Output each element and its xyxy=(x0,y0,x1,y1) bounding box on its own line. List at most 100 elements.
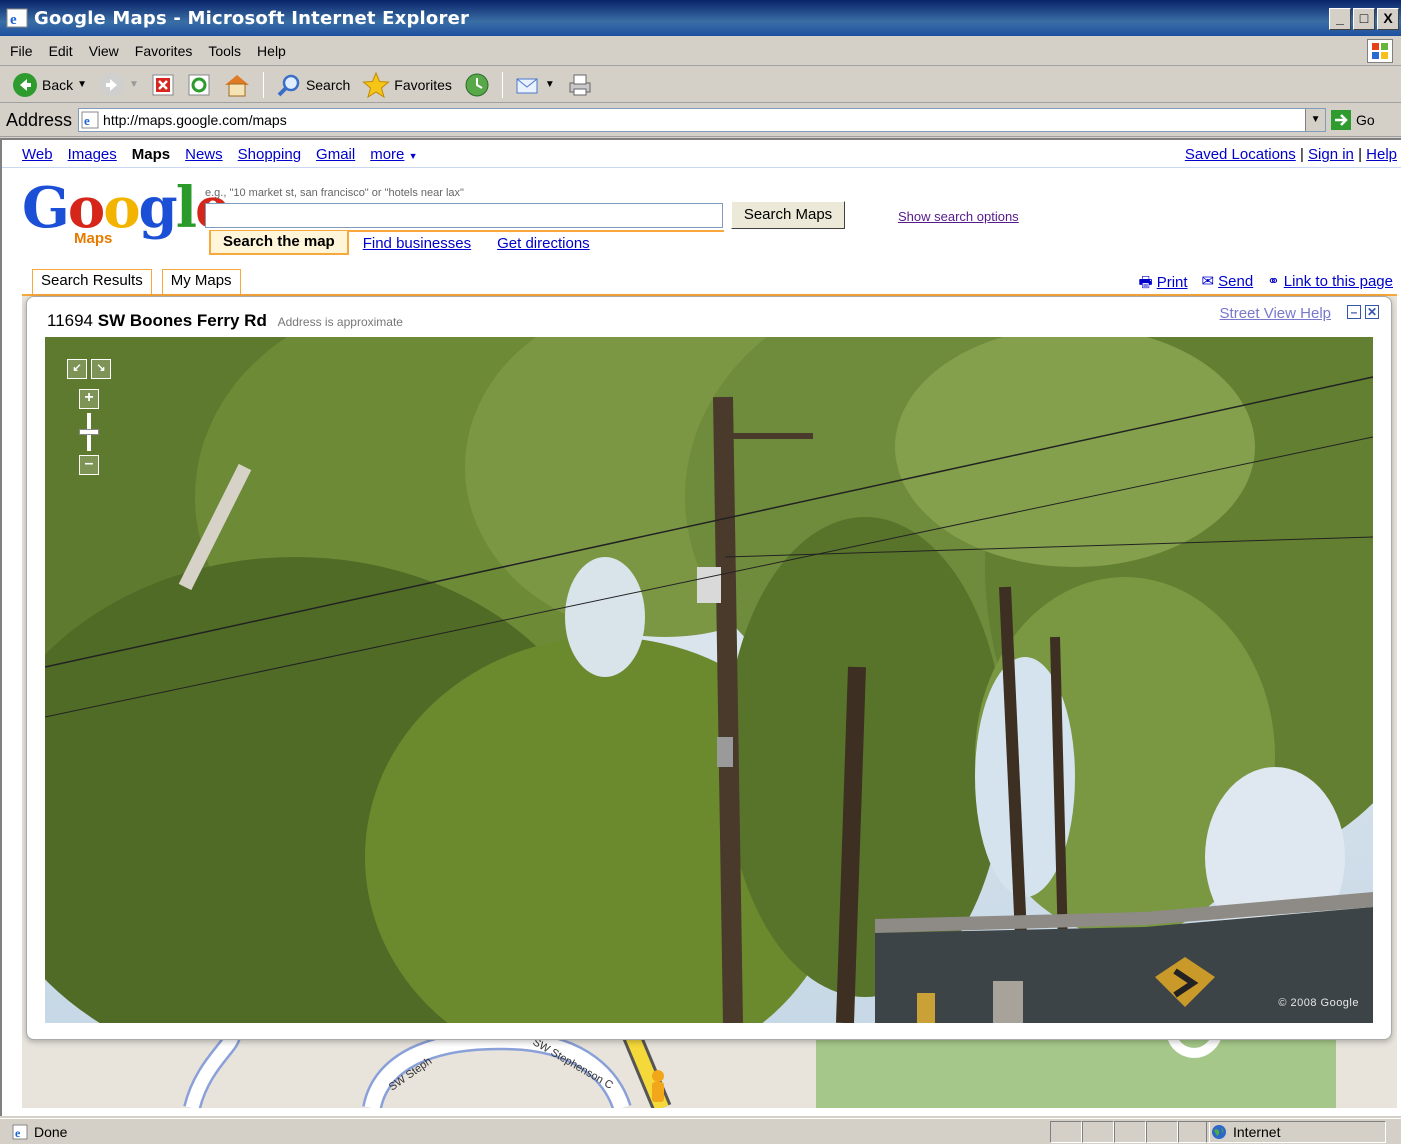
zoom-slider-handle[interactable] xyxy=(79,429,99,435)
search-mode-tabs: Search the map Find businesses Get direc… xyxy=(209,230,724,255)
go-icon xyxy=(1331,110,1352,130)
street-view-panorama[interactable]: ↙ ↘ + – © 2008 Google xyxy=(45,337,1373,1023)
mail-button[interactable]: ▼ xyxy=(511,70,559,100)
close-button[interactable]: X xyxy=(1377,8,1399,30)
copyright-text: © 2008 Google xyxy=(1278,997,1359,1009)
mail-icon xyxy=(516,78,538,93)
stop-icon xyxy=(152,74,174,95)
gbar-link-news[interactable]: News xyxy=(185,146,223,163)
chain-link-icon: ⚭ xyxy=(1267,273,1280,290)
logo-text: Google xyxy=(22,175,231,241)
svg-text:e: e xyxy=(15,1126,21,1140)
menu-help[interactable]: Help xyxy=(249,43,294,59)
show-search-options-link[interactable]: Show search options xyxy=(898,209,1019,224)
back-button[interactable]: Back ▼ xyxy=(8,70,91,100)
tab-get-directions[interactable]: Get directions xyxy=(497,235,590,252)
standard-toolbar: Back ▼ ▼ Search Favorites ▼ xyxy=(0,67,1401,103)
menu-edit[interactable]: Edit xyxy=(41,43,81,59)
send-link[interactable]: Send xyxy=(1218,273,1253,290)
go-button[interactable]: Go xyxy=(1330,109,1375,131)
home-button[interactable] xyxy=(219,70,255,100)
link-page-wrap[interactable]: ⚭ Link to this page xyxy=(1267,272,1393,297)
menu-file[interactable]: File xyxy=(0,43,41,59)
search-button[interactable]: Search xyxy=(272,70,354,100)
separator: | xyxy=(1299,146,1304,163)
toolbar-separator xyxy=(262,71,264,98)
street-view-bubble: 11694 SW Boones Ferry Rd Address is appr… xyxy=(26,296,1392,1040)
menu-bar: File Edit View Favorites Tools Help xyxy=(0,37,1401,66)
address-note: Address is approximate xyxy=(277,315,403,329)
help-link[interactable]: Help xyxy=(1366,146,1397,163)
gbar-link-images[interactable]: Images xyxy=(68,146,117,163)
back-label: Back xyxy=(42,76,74,93)
security-zone[interactable]: Internet xyxy=(1206,1121,1386,1143)
gbar-link-gmail[interactable]: Gmail xyxy=(316,146,355,163)
refresh-button[interactable] xyxy=(183,70,215,100)
toolbar-separator xyxy=(501,71,503,98)
menu-view[interactable]: View xyxy=(81,43,127,59)
send-link-wrap[interactable]: ✉ Send xyxy=(1202,272,1254,297)
forward-icon xyxy=(100,72,125,97)
logo-maps-label: Maps xyxy=(74,230,113,247)
gbar-link-more-wrap[interactable]: more ▼ xyxy=(370,146,417,163)
chevron-down-icon[interactable]: ▼ xyxy=(77,79,87,90)
window-title: Google Maps - Microsoft Internet Explore… xyxy=(34,7,470,29)
map-search-input[interactable] xyxy=(205,203,723,228)
address-input[interactable]: e http://maps.google.com/maps ▼ xyxy=(78,108,1327,132)
search-maps-button[interactable]: Search Maps xyxy=(731,201,845,229)
sign-in-link[interactable]: Sign in xyxy=(1308,146,1354,163)
zoom-out-icon[interactable]: – xyxy=(79,455,99,475)
menu-tools[interactable]: Tools xyxy=(200,43,249,59)
street-view-help-link[interactable]: Street View Help xyxy=(1220,305,1331,322)
ie-icon: e xyxy=(12,1124,28,1140)
favorites-label: Favorites xyxy=(394,76,452,93)
chevron-down-icon[interactable]: ▼ xyxy=(1305,109,1326,131)
google-maps-logo[interactable]: Google Maps xyxy=(22,175,231,248)
status-panel xyxy=(1114,1121,1146,1143)
chevron-down-icon[interactable]: ▼ xyxy=(129,79,139,90)
pan-right-icon[interactable]: ↘ xyxy=(91,359,111,379)
google-bar: Web Images Maps News Shopping Gmail more… xyxy=(2,140,1401,168)
back-icon xyxy=(13,72,37,97)
minimize-bubble-icon[interactable]: – xyxy=(1347,305,1361,319)
print-link-wrap[interactable]: 🖶 Print xyxy=(1139,272,1188,297)
gbar-link-maps: Maps xyxy=(131,146,171,163)
status-panel xyxy=(1082,1121,1114,1143)
address-label: Address xyxy=(6,109,73,130)
results-tabs: Search Results My Maps xyxy=(32,269,241,294)
favorites-button[interactable]: Favorites xyxy=(358,70,456,100)
saved-locations-link[interactable]: Saved Locations xyxy=(1185,146,1296,163)
maximize-button[interactable]: □ xyxy=(1353,8,1375,30)
envelope-icon: ✉ xyxy=(1201,273,1215,290)
print-link[interactable]: Print xyxy=(1157,274,1188,291)
tab-find-businesses[interactable]: Find businesses xyxy=(363,235,471,252)
stop-button[interactable] xyxy=(147,70,179,100)
history-button[interactable] xyxy=(460,70,494,100)
forward-button[interactable]: ▼ xyxy=(95,70,143,100)
pegman-icon[interactable] xyxy=(652,1070,664,1102)
gbar-link-shopping[interactable]: Shopping xyxy=(238,146,301,163)
print-icon xyxy=(569,74,591,95)
title-bar: e Google Maps - Microsoft Internet Explo… xyxy=(0,0,1401,36)
link-to-page-link[interactable]: Link to this page xyxy=(1284,273,1393,290)
globe-icon xyxy=(1212,1125,1226,1139)
favorites-icon xyxy=(362,71,391,98)
close-bubble-icon[interactable]: ✕ xyxy=(1365,305,1379,319)
tab-my-maps[interactable]: My Maps xyxy=(161,269,241,294)
pan-left-icon[interactable]: ↙ xyxy=(67,359,87,379)
refresh-icon xyxy=(188,74,210,95)
gbar-link-web[interactable]: Web xyxy=(22,146,53,163)
zoom-in-icon[interactable]: + xyxy=(79,389,99,409)
address-number: 11694 xyxy=(47,311,94,330)
tab-search-the-map[interactable]: Search the map xyxy=(209,231,349,255)
chevron-down-icon[interactable]: ▼ xyxy=(545,79,555,90)
address-url: http://maps.google.com/maps xyxy=(103,112,287,128)
tab-search-results[interactable]: Search Results xyxy=(32,269,152,294)
print-button[interactable] xyxy=(563,70,597,100)
home-icon xyxy=(224,74,249,96)
minimize-button[interactable]: _ xyxy=(1329,8,1351,30)
gbar-link-more[interactable]: more xyxy=(370,146,404,163)
status-bar: e Done Internet xyxy=(0,1118,1401,1144)
ie-icon: e xyxy=(81,111,99,129)
menu-favorites[interactable]: Favorites xyxy=(127,43,201,59)
